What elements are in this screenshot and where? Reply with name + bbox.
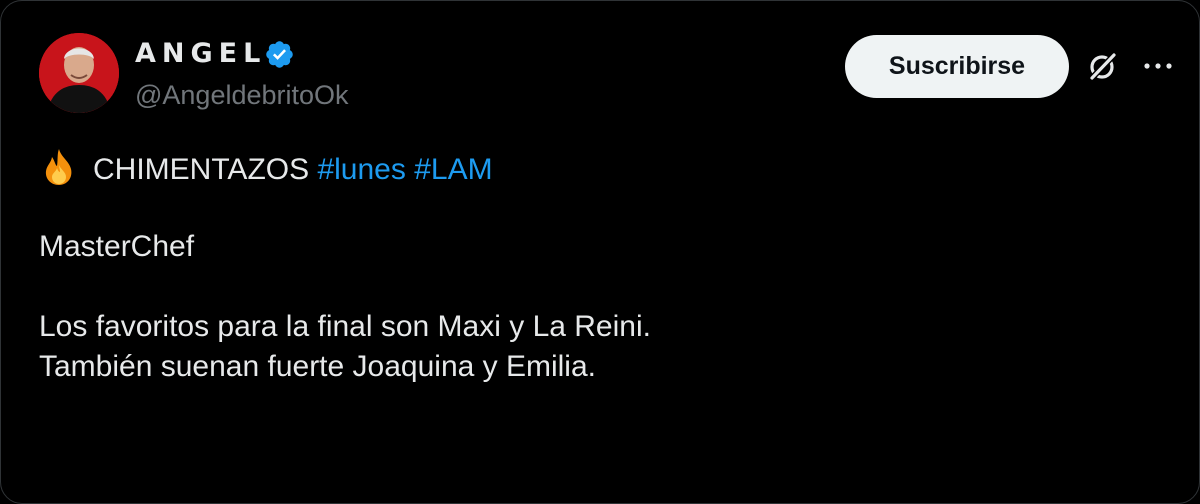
headline-line: CHIMENTAZOS #lunes #LAM (39, 147, 1159, 187)
paragraph-1: MasterChef (39, 230, 195, 263)
author-handle[interactable]: @AngeldebritoOk (135, 78, 349, 112)
more-icon[interactable] (1140, 51, 1176, 81)
hashtag-link[interactable]: #LAM (414, 153, 492, 186)
tweet-text: CHIMENTAZOS #lunes #LAM MasterChef Los f… (39, 147, 1159, 387)
subscribe-button[interactable]: Suscribirse (845, 35, 1069, 98)
hashtag-link[interactable]: #lunes (317, 153, 405, 186)
fire-icon (39, 147, 79, 187)
tweet-card: ANGEL @AngeldebritoOk Suscribirse CHIMEN… (0, 0, 1200, 504)
grok-icon[interactable] (1085, 48, 1121, 84)
verified-badge-icon (264, 39, 295, 70)
paragraph-2-line-2: También suenan fuerte Joaquina y Emilia. (39, 350, 596, 383)
author-display-name[interactable]: ANGEL (135, 37, 266, 71)
avatar[interactable] (39, 33, 119, 113)
paragraph-2-line-1: Los favoritos para la final son Maxi y L… (39, 310, 651, 343)
author-name-row: ANGEL (135, 37, 295, 71)
headline-text: CHIMENTAZOS (93, 153, 310, 186)
